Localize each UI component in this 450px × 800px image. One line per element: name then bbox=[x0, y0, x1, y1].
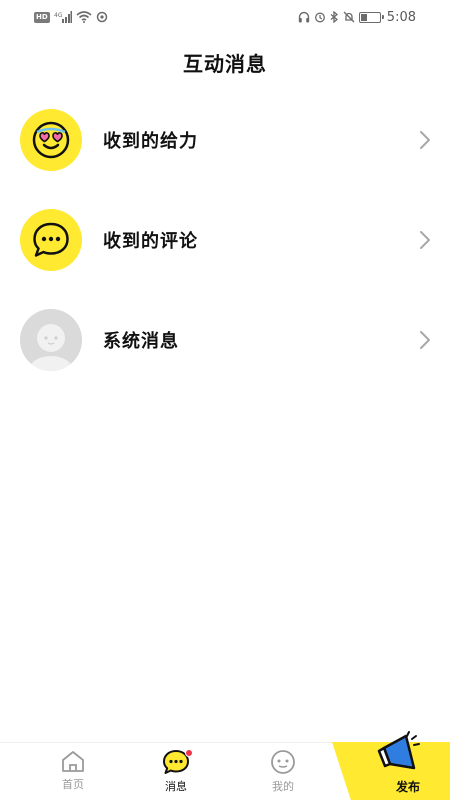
status-bar: HD 4G 5:08 bbox=[0, 0, 450, 34]
status-left: HD 4G bbox=[34, 11, 108, 23]
mute-icon bbox=[343, 11, 355, 23]
bluetooth-icon bbox=[330, 11, 338, 23]
message-row-label: 收到的给力 bbox=[103, 131, 198, 152]
svg-text:4G: 4G bbox=[54, 12, 63, 19]
tab-label: 消息 bbox=[165, 780, 187, 793]
battery-icon bbox=[358, 11, 384, 23]
wifi-icon bbox=[76, 11, 92, 23]
profile-icon bbox=[271, 750, 295, 774]
heart-eyes-face-icon bbox=[20, 109, 82, 171]
tab-label: 我的 bbox=[272, 780, 294, 793]
sync-icon bbox=[96, 11, 107, 23]
megaphone-icon[interactable] bbox=[376, 730, 422, 778]
hd-icon: HD bbox=[34, 11, 50, 23]
signal-icon: 4G bbox=[54, 11, 72, 23]
status-right: 5:08 bbox=[298, 10, 416, 25]
notification-badge bbox=[185, 749, 193, 757]
status-time: 5:08 bbox=[386, 9, 416, 25]
tab-messages[interactable]: 消息 bbox=[136, 743, 216, 800]
headphones-icon bbox=[298, 11, 309, 23]
alarm-icon bbox=[314, 12, 325, 23]
message-row-comments[interactable]: 收到的评论 bbox=[0, 195, 450, 285]
comment-bubble-icon bbox=[20, 209, 82, 271]
home-icon bbox=[62, 751, 84, 772]
message-row-label: 收到的评论 bbox=[103, 231, 198, 252]
chevron-right-icon bbox=[420, 131, 430, 149]
default-avatar-icon bbox=[20, 309, 82, 371]
message-row-system[interactable]: 系统消息 bbox=[0, 295, 450, 385]
bottom-tab-bar: 首页 消息 我的 发布 bbox=[0, 731, 450, 800]
chevron-right-icon bbox=[420, 331, 430, 349]
message-row-likes[interactable]: 收到的给力 bbox=[0, 95, 450, 185]
tab-home[interactable]: 首页 bbox=[33, 743, 113, 800]
publish-label: 发布 bbox=[395, 780, 420, 794]
message-row-label: 系统消息 bbox=[103, 331, 179, 352]
tab-label: 首页 bbox=[62, 778, 84, 791]
tab-profile[interactable]: 我的 bbox=[243, 743, 323, 800]
chevron-right-icon bbox=[420, 231, 430, 249]
page-title: 互动消息 bbox=[183, 52, 267, 76]
